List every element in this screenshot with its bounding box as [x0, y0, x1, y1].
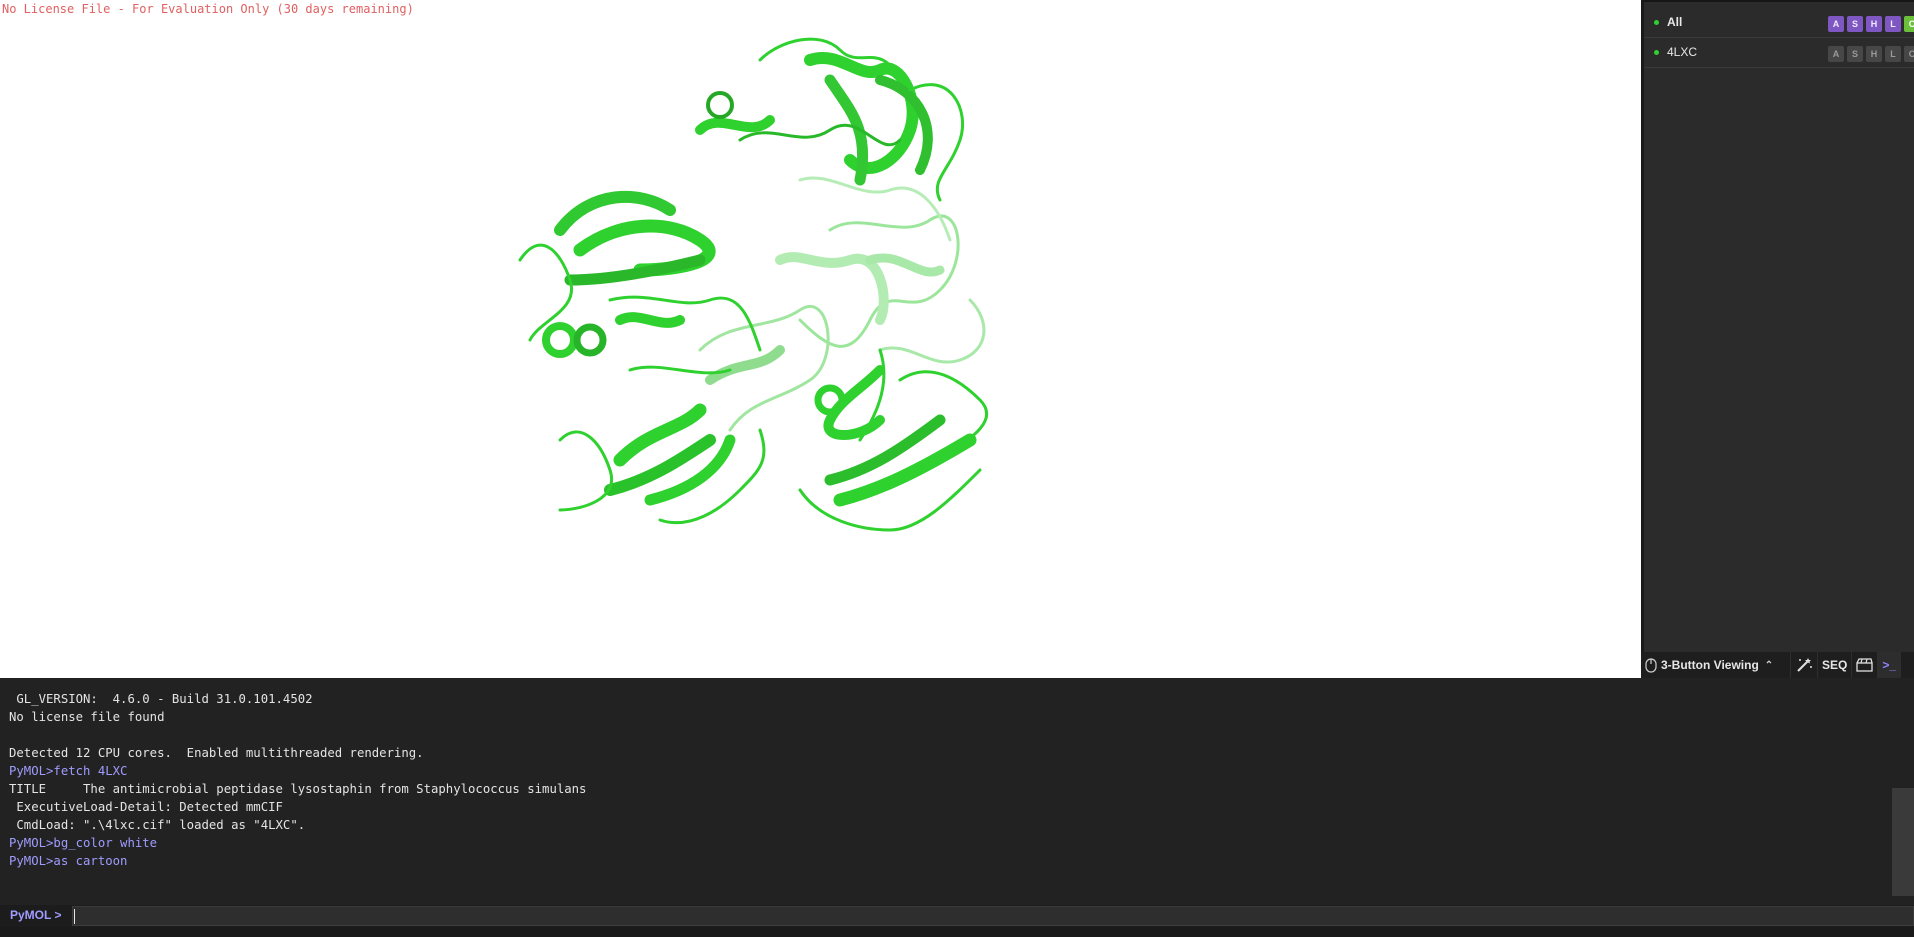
color-button[interactable]: C — [1904, 46, 1914, 62]
action-button[interactable]: A — [1828, 46, 1844, 62]
clapperboard-icon — [1856, 658, 1873, 672]
object-row-all[interactable]: All A S H L C — [1644, 8, 1914, 38]
show-button[interactable]: S — [1847, 16, 1863, 32]
label-button[interactable]: L — [1885, 16, 1901, 32]
terminal-icon: >_ — [1882, 658, 1897, 672]
command-bar: PyMOL > — [0, 905, 1914, 927]
command-prompt-label: PyMOL > — [10, 908, 62, 922]
console-line: ExecutiveLoad-Detail: Detected mmCIF — [9, 800, 283, 814]
mouse-mode-selector[interactable]: 3-Button Viewing ⌃ — [1641, 652, 1791, 678]
console-line: Detected 12 CPU cores. Enabled multithre… — [9, 746, 424, 760]
color-button[interactable]: C — [1904, 16, 1914, 32]
console-line: GL_VERSION: 4.6.0 - Build 31.0.101.4502 — [9, 692, 313, 706]
label-button[interactable]: L — [1885, 46, 1901, 62]
enabled-dot-icon[interactable] — [1654, 50, 1659, 55]
enabled-dot-icon[interactable] — [1654, 20, 1659, 25]
movie-panel-button[interactable] — [1852, 652, 1879, 678]
panel-toolbar: 3-Button Viewing ⌃ SEQ >_ — [1641, 652, 1914, 678]
console-line: CmdLoad: ".\4lxc.cif" loaded as "4LXC". — [9, 818, 306, 832]
console-line: No license file found — [9, 710, 165, 724]
text-caret — [74, 909, 75, 924]
mouse-icon — [1645, 657, 1657, 673]
protein-cartoon-render[interactable] — [500, 20, 1090, 660]
chevron-up-icon: ⌃ — [1764, 659, 1774, 671]
object-name[interactable]: 4LXC — [1667, 45, 1697, 59]
object-name[interactable]: All — [1667, 15, 1682, 29]
hide-button[interactable]: H — [1866, 16, 1882, 32]
show-button[interactable]: S — [1847, 46, 1863, 62]
sequence-toggle-button[interactable]: SEQ — [1818, 652, 1853, 678]
action-button[interactable]: A — [1828, 16, 1844, 32]
console-output: GL_VERSION: 4.6.0 - Build 31.0.101.4502 … — [0, 678, 1914, 905]
console-command-line: PyMOL>fetch 4LXC — [9, 764, 128, 778]
molecular-viewport[interactable]: No License File - For Evaluation Only (3… — [0, 0, 1641, 678]
console-line: TITLE The antimicrobial peptidase lysost… — [9, 782, 587, 796]
magic-wand-icon — [1797, 658, 1812, 672]
wizard-button[interactable] — [1791, 652, 1818, 678]
license-notice: No License File - For Evaluation Only (3… — [2, 2, 414, 16]
window-footer — [0, 927, 1914, 937]
console-command-line: PyMOL>as cartoon — [9, 854, 128, 868]
console-scrollbar[interactable] — [1892, 788, 1914, 896]
terminal-toggle-button[interactable]: >_ — [1878, 652, 1902, 678]
command-input[interactable] — [72, 906, 1914, 926]
mouse-mode-label: 3-Button Viewing — [1661, 658, 1759, 672]
console-command-line: PyMOL>bg_color white — [9, 836, 158, 850]
object-panel: All A S H L C 4LXC A S H L C — [1641, 0, 1914, 678]
hide-button[interactable]: H — [1866, 46, 1882, 62]
object-row-4lxc[interactable]: 4LXC A S H L C — [1644, 38, 1914, 68]
